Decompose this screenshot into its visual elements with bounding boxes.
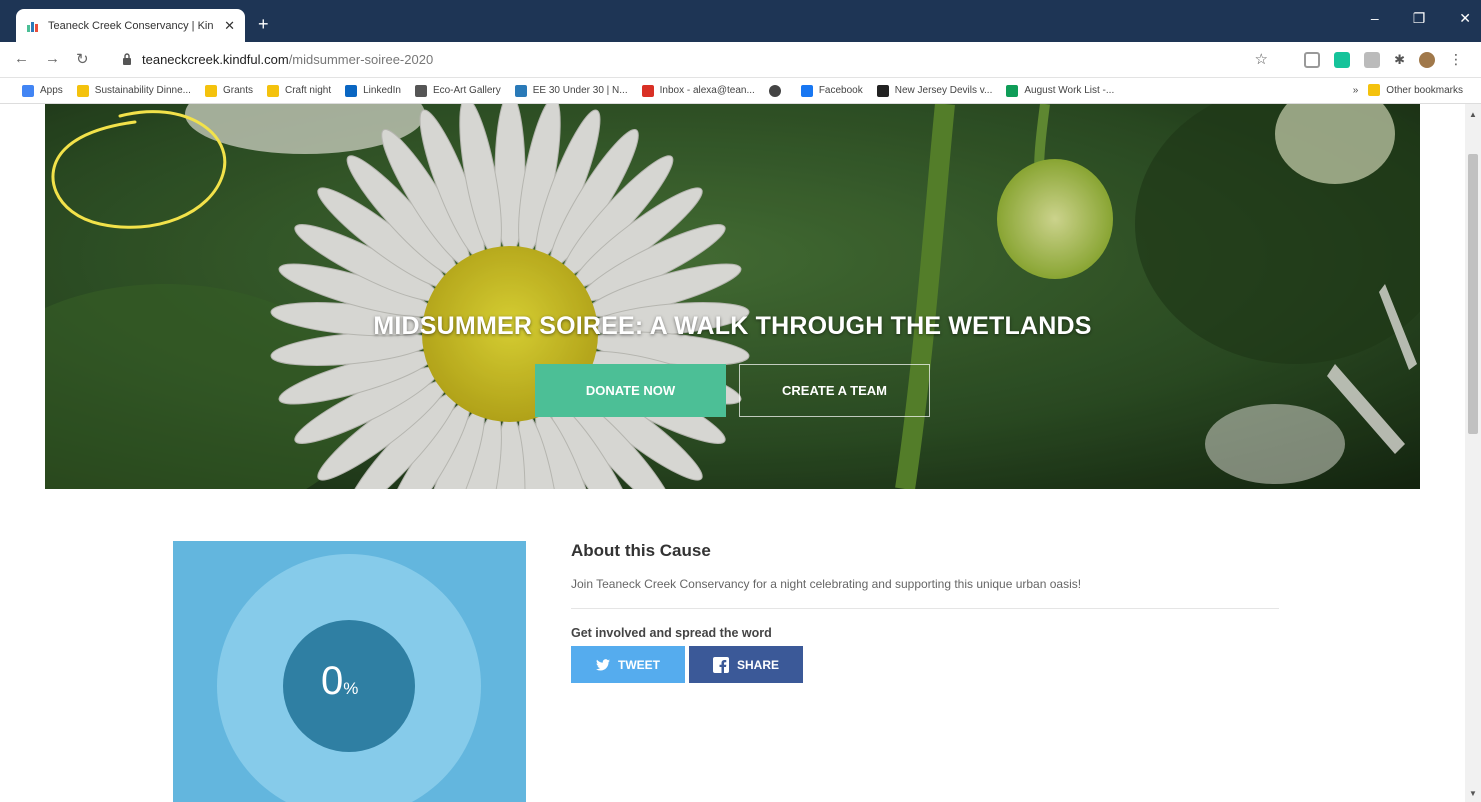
folder-icon [204, 84, 217, 97]
new-tab-button[interactable]: + [258, 14, 269, 35]
bookmark-label: LinkedIn [363, 85, 401, 96]
lock-icon [123, 53, 131, 65]
tweet-button[interactable]: TWEET [571, 646, 685, 683]
hero-flower-image [45, 104, 1420, 489]
bookmark-item[interactable]: New Jersey Devils v... [876, 84, 993, 97]
bookmark-item[interactable]: EE 30 Under 30 | N... [514, 84, 628, 97]
scroll-down-arrow-icon[interactable]: ▼ [1469, 789, 1477, 798]
about-description: Join Teaneck Creek Conservancy for a nig… [571, 577, 1082, 591]
apps-grid-icon [22, 84, 34, 97]
bookmark-item[interactable]: Grants [204, 84, 253, 97]
bookmark-label: Eco-Art Gallery [432, 85, 501, 96]
browser-titlebar: Teaneck Creek Conservancy | Kin ✕ + – ❐ … [0, 0, 1481, 42]
tweet-label: TWEET [618, 657, 660, 672]
back-arrow-icon[interactable]: ← [14, 50, 29, 68]
bookmark-label: August Work List -... [1024, 85, 1115, 96]
facebook-icon [712, 656, 729, 673]
linkedin-icon [345, 84, 358, 97]
sheets-icon [1006, 84, 1019, 97]
hero-banner: MIDSUMMER SOIREE: A WALK THROUGH THE WET… [45, 104, 1420, 489]
bookmark-label: Sustainability Dinne... [94, 85, 191, 96]
bookmark-label: Inbox - alexa@tean... [659, 85, 755, 96]
scroll-up-arrow-icon[interactable]: ▲ [1469, 110, 1477, 119]
folder-icon [266, 84, 279, 97]
share-label: SHARE [736, 657, 779, 672]
reload-icon[interactable]: ↻ [76, 50, 89, 68]
bookmark-item[interactable]: Craft night [266, 84, 332, 97]
forward-arrow-icon[interactable]: → [45, 50, 60, 68]
globe-icon [768, 84, 781, 97]
bookmarks-bar: Apps Sustainability Dinne... Grants Craft n… [0, 78, 1481, 104]
eco-art-icon [414, 84, 427, 97]
scrollbar-thumb[interactable] [1468, 154, 1478, 434]
bookmark-label: Facebook [818, 85, 863, 96]
bookmark-item[interactable]: Facebook [800, 84, 863, 97]
donate-now-button[interactable]: DONATE NOW [535, 364, 726, 417]
bookmark-label: New Jersey Devils v... [894, 85, 993, 96]
browser-toolbar: ← → ↻ teaneckcreek.kindful.com/midsummer… [0, 42, 1481, 78]
bookmark-item[interactable]: August Work List -... [1006, 84, 1115, 97]
gmail-icon [641, 84, 654, 97]
address-bar[interactable]: teaneckcreek.kindful.com/midsummer-soire… [112, 47, 1282, 73]
page-viewport: MIDSUMMER SOIREE: A WALK THROUGH THE WET… [0, 104, 1465, 802]
ee-icon [514, 84, 527, 97]
browser-tab[interactable]: Teaneck Creek Conservancy | Kin ✕ [16, 9, 245, 42]
get-involved-label: Get involved and spread the word [571, 626, 772, 640]
progress-percentage: 0% [321, 659, 359, 703]
extensions-puzzle-icon[interactable]: ✱ [1394, 52, 1405, 68]
bookmarks-right: » Other bookmarks [1353, 84, 1463, 96]
url-text: teaneckcreek.kindful.com/midsummer-soire… [142, 52, 434, 67]
twitter-bird-icon [596, 658, 610, 670]
page-scrollbar[interactable]: ▲ ▼ [1465, 104, 1481, 802]
bookmark-item[interactable]: Eco-Art Gallery [414, 84, 501, 97]
extension-square-icon[interactable] [1304, 51, 1321, 68]
divider [571, 608, 1279, 609]
close-window-button[interactable]: ✕ [1459, 10, 1471, 27]
hero-title: MIDSUMMER SOIREE: A WALK THROUGH THE WET… [373, 312, 1092, 340]
bookmark-item[interactable]: LinkedIn [345, 84, 401, 97]
bookmark-item[interactable] [768, 84, 787, 97]
tab-close-icon[interactable]: ✕ [224, 18, 235, 34]
share-buttons: TWEET SHARE [571, 646, 1279, 683]
devils-icon [876, 84, 889, 97]
bookmarks-overflow-button[interactable]: » [1353, 85, 1359, 96]
progress-panel: 0% [173, 541, 526, 802]
kindful-favicon-icon [27, 21, 38, 32]
maximize-button[interactable]: ❐ [1413, 10, 1426, 27]
folder-icon [1368, 84, 1381, 96]
browser-menu-icon[interactable]: ⋮ [1449, 51, 1463, 68]
extension-grid-icon[interactable] [1364, 51, 1381, 68]
bookmark-item[interactable]: Inbox - alexa@tean... [641, 84, 755, 97]
minimize-button[interactable]: – [1371, 10, 1379, 27]
bookmark-item[interactable]: Apps [22, 84, 63, 97]
facebook-icon [800, 84, 813, 97]
bookmark-label: Apps [40, 85, 63, 96]
bookmark-label: EE 30 Under 30 | N... [532, 85, 628, 96]
create-a-team-button[interactable]: CREATE A TEAM [739, 364, 930, 417]
facebook-share-button[interactable]: SHARE [689, 646, 803, 683]
bookmark-label: Grants [222, 85, 253, 96]
about-heading: About this Cause [571, 541, 711, 560]
bookmark-label: Craft night [284, 85, 332, 96]
other-bookmarks-label: Other bookmarks [1386, 84, 1463, 96]
window-controls: – ❐ ✕ [1371, 10, 1471, 27]
about-section: About this Cause Join Teaneck Creek Cons… [571, 541, 1279, 683]
other-bookmarks-folder[interactable]: Other bookmarks [1368, 84, 1463, 96]
highlight-circle-annotation [51, 110, 227, 229]
tab-title: Teaneck Creek Conservancy | Kin [48, 19, 214, 32]
profile-avatar-icon[interactable] [1419, 51, 1435, 68]
folder-icon [76, 84, 89, 97]
bookmark-star-icon[interactable]: ☆ [1255, 50, 1268, 68]
bookmark-item[interactable]: Sustainability Dinne... [76, 84, 191, 97]
extension-grammarly-icon[interactable] [1334, 51, 1351, 68]
